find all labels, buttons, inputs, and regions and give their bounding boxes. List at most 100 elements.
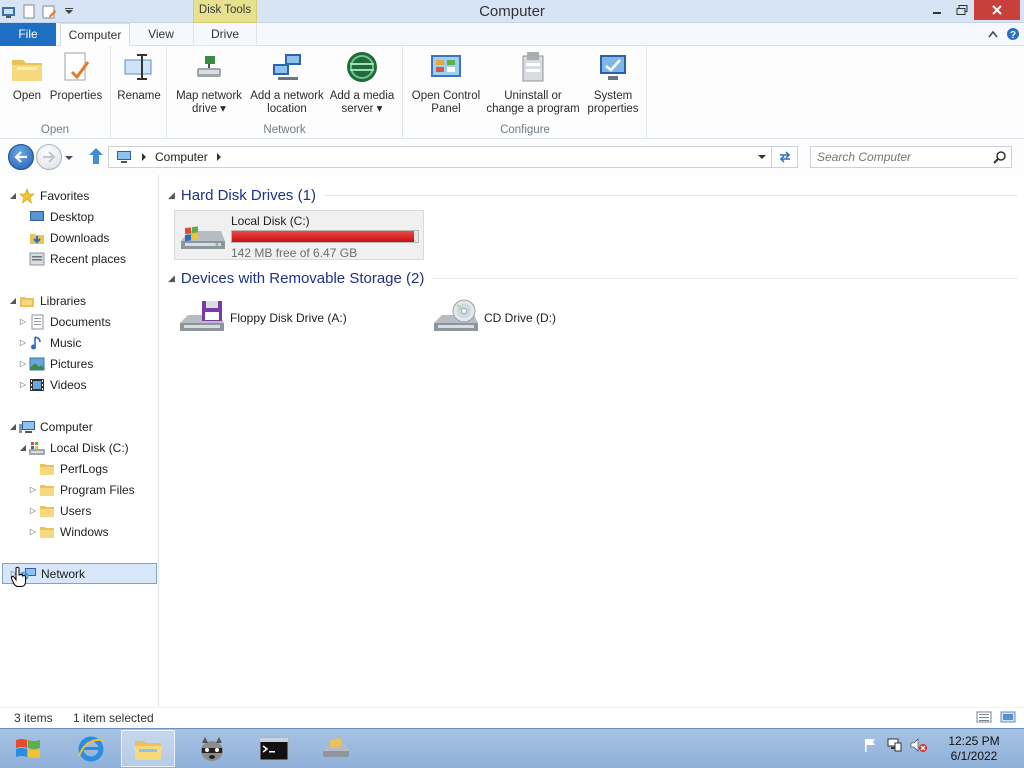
taskbar-drive-app[interactable] <box>307 730 365 767</box>
tab-file[interactable]: File <box>0 23 56 46</box>
search-icon[interactable] <box>993 150 1007 164</box>
help-icon[interactable]: ? <box>1006 27 1020 41</box>
start-button[interactable] <box>6 731 50 767</box>
drive-tile-floppy[interactable]: Floppy Disk Drive (A:) <box>174 293 424 343</box>
address-history-dropdown[interactable] <box>753 147 771 167</box>
tree-item-downloads[interactable]: Downloads <box>0 227 159 248</box>
action-center-flag-icon[interactable] <box>862 737 878 753</box>
tree-item-pictures[interactable]: ▷ Pictures <box>0 353 159 374</box>
collapse-arrow-icon[interactable]: ◢ <box>8 422 18 431</box>
tree-label-windows: Windows <box>60 524 109 539</box>
navigation-pane: ◢ Favorites Desktop Downloads Recent pla… <box>0 175 159 707</box>
tab-computer[interactable]: Computer <box>60 23 130 47</box>
videos-icon <box>30 378 44 391</box>
address-bar[interactable]: Computer <box>108 146 772 168</box>
tab-view[interactable]: View <box>134 23 188 46</box>
tab-drive[interactable]: Drive <box>193 23 257 46</box>
tree-item-program-files[interactable]: ▷ Program Files <box>0 479 159 500</box>
properties-icon <box>64 52 90 81</box>
expand-arrow-icon[interactable]: ▷ <box>18 380 28 389</box>
tree-item-perflogs[interactable]: PerfLogs <box>0 458 159 479</box>
map-network-drive-button[interactable]: Map network drive ▾ <box>173 50 245 116</box>
up-button[interactable] <box>88 147 104 168</box>
maximize-button[interactable] <box>950 0 974 20</box>
expand-arrow-icon[interactable]: ▷ <box>28 506 38 515</box>
tree-item-documents[interactable]: ▷ Documents <box>0 311 159 332</box>
content-pane: ◢ Hard Disk Drives (1) Local Disk (C:) 1… <box>160 175 1024 707</box>
taskbar-raccoon-app[interactable] <box>183 730 241 767</box>
restore-icon <box>956 5 968 15</box>
expand-arrow-icon[interactable]: ▷ <box>28 527 38 536</box>
properties-button[interactable]: Properties <box>48 50 104 103</box>
add-network-location-button[interactable]: Add a network location <box>247 50 327 116</box>
tree-item-users[interactable]: ▷ Users <box>0 500 159 521</box>
local-disk-icon <box>29 441 45 455</box>
tree-favorites[interactable]: ◢ Favorites <box>0 185 159 206</box>
tree-item-recent-places[interactable]: Recent places <box>0 248 159 269</box>
qat-dropdown-icon[interactable] <box>60 3 78 21</box>
breadcrumb-chevron-icon[interactable] <box>141 153 147 161</box>
new-folder-qat-icon[interactable] <box>40 3 58 21</box>
taskbar-internet-explorer[interactable] <box>62 730 120 767</box>
star-icon <box>19 187 35 204</box>
collapse-group-icon[interactable]: ◢ <box>168 273 175 284</box>
taskbar-clock[interactable]: 12:25 PM 6/1/2022 <box>944 734 1004 764</box>
network-location-icon <box>273 54 301 80</box>
expand-arrow-icon[interactable]: ▷ <box>28 485 38 494</box>
collapse-group-icon[interactable]: ◢ <box>168 190 175 201</box>
tree-label-documents: Documents <box>50 314 111 329</box>
search-input[interactable] <box>817 149 987 165</box>
rename-label: Rename <box>117 90 161 102</box>
libraries-icon <box>20 296 34 307</box>
add-media-server-label: Add a media server ▾ <box>329 90 395 115</box>
tree-item-local-disk[interactable]: ◢ Local Disk (C:) <box>0 437 159 458</box>
tree-item-music[interactable]: ▷ Music <box>0 332 159 353</box>
breadcrumb-computer[interactable]: Computer <box>155 150 208 164</box>
open-control-panel-button[interactable]: Open Control Panel <box>408 50 484 116</box>
search-box[interactable] <box>810 146 1012 168</box>
tree-item-windows[interactable]: ▷ Windows <box>0 521 159 542</box>
expand-arrow-icon[interactable]: ▷ <box>18 317 28 326</box>
group-header-removable-storage[interactable]: ◢ Devices with Removable Storage (2) <box>168 268 1018 288</box>
recent-locations-dropdown[interactable] <box>64 151 74 165</box>
collapse-arrow-icon[interactable]: ◢ <box>8 191 18 200</box>
tree-item-desktop[interactable]: Desktop <box>0 206 159 227</box>
add-media-server-button[interactable]: Add a media server ▾ <box>327 50 397 116</box>
system-menu-icon[interactable] <box>0 3 18 21</box>
disk-usage-bar <box>231 230 419 243</box>
open-button[interactable]: Open <box>6 50 48 103</box>
expand-arrow-icon[interactable]: ▷ <box>18 338 28 347</box>
rename-button[interactable]: Rename <box>114 50 164 103</box>
group-header-hard-disk-drives[interactable]: ◢ Hard Disk Drives (1) <box>168 185 1018 205</box>
forward-button[interactable] <box>36 144 62 170</box>
tree-item-videos[interactable]: ▷ Videos <box>0 374 159 395</box>
close-button[interactable] <box>974 0 1020 20</box>
drive-tile-cd[interactable]: CD Drive (D:) <box>428 293 678 343</box>
network-tray-icon[interactable] <box>886 737 902 753</box>
volume-muted-icon[interactable] <box>910 737 928 753</box>
details-view-icon[interactable] <box>976 711 992 723</box>
tree-computer[interactable]: ◢ Computer <box>0 416 159 437</box>
back-button[interactable] <box>8 144 34 170</box>
music-icon <box>31 335 41 349</box>
minimize-button[interactable] <box>924 0 950 20</box>
breadcrumb-chevron-icon[interactable] <box>216 153 222 161</box>
collapse-arrow-icon[interactable]: ◢ <box>8 296 18 305</box>
floppy-drive-icon <box>180 301 224 331</box>
documents-icon <box>31 314 44 329</box>
drive-tile-local-disk[interactable]: Local Disk (C:) 142 MB free of 6.47 GB <box>174 210 424 260</box>
large-icons-view-icon[interactable] <box>1000 711 1016 723</box>
taskbar-command-prompt[interactable] <box>245 730 303 767</box>
uninstall-program-button[interactable]: Uninstall or change a program <box>486 50 580 116</box>
collapse-arrow-icon[interactable]: ◢ <box>18 443 28 452</box>
properties-qat-icon[interactable] <box>20 3 38 21</box>
status-item-count: 3 items <box>14 711 53 725</box>
system-properties-button[interactable]: System properties <box>582 50 644 116</box>
refresh-button[interactable] <box>772 146 798 168</box>
tree-libraries[interactable]: ◢ Libraries <box>0 290 159 311</box>
taskbar-file-explorer[interactable] <box>121 730 175 767</box>
tree-label-perflogs: PerfLogs <box>60 461 109 476</box>
expand-arrow-icon[interactable]: ▷ <box>18 359 28 368</box>
open-label: Open <box>12 90 42 102</box>
minimize-ribbon-icon[interactable] <box>988 30 998 38</box>
